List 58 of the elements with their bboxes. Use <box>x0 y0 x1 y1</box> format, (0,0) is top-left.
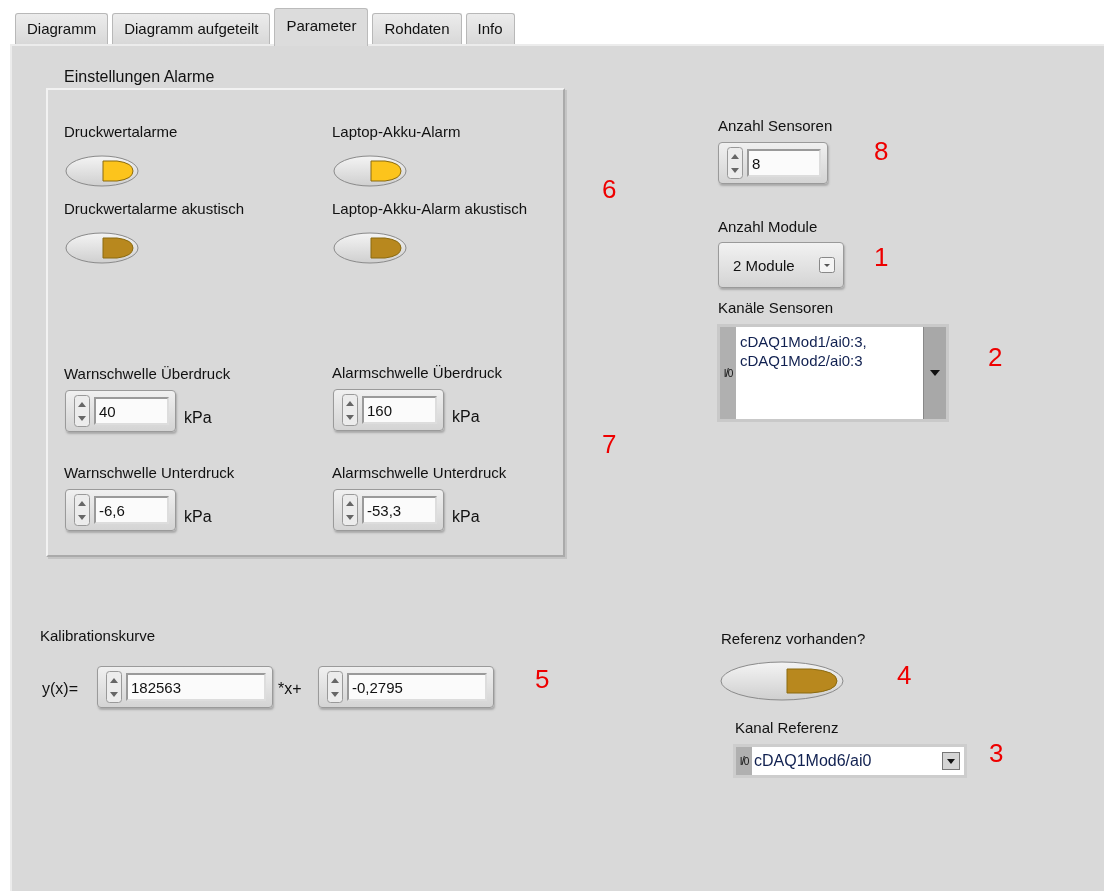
toggle-switch[interactable] <box>65 232 141 266</box>
annotation-number: 3 <box>989 738 1004 769</box>
ring-dropdown[interactable]: 2 Module <box>718 242 844 288</box>
spinner-arrows-icon[interactable] <box>74 395 90 427</box>
toggle-label: Laptop-Akku-Alarm akustisch <box>332 200 528 217</box>
annotation-number: 7 <box>602 429 617 460</box>
field-label: Kanal Referenz <box>735 719 839 736</box>
threshold-label: Warnschwelle Unterdruck <box>64 464 235 481</box>
annotation-number: 4 <box>897 660 912 691</box>
threshold-label: Alarmschwelle Überdruck <box>332 364 503 381</box>
tab[interactable]: Diagramm aufgeteilt <box>112 13 271 44</box>
unit-label: kPa <box>452 508 480 526</box>
channel-entry: cDAQ1Mod2/ai0:3 <box>740 351 864 370</box>
toggle-switch[interactable] <box>65 155 141 189</box>
section-title: Kalibrationskurve <box>40 627 156 644</box>
unit-label: kPa <box>184 508 212 526</box>
spinner-arrows-icon[interactable] <box>327 671 343 703</box>
toggle-switch[interactable] <box>719 660 845 704</box>
channel-list-field[interactable]: cDAQ1Mod1/ai0:3, cDAQ1Mod2/ai0:3 <box>736 327 923 419</box>
field-label: Referenz vorhanden? <box>721 630 866 647</box>
number-field[interactable]: 8 <box>747 149 821 177</box>
annotation-number: 6 <box>602 174 617 205</box>
tab[interactable]: Diagramm <box>15 13 109 44</box>
formula-text: y(x)= <box>42 680 78 698</box>
annotation-number: 8 <box>874 136 889 167</box>
annotation-number: 2 <box>988 342 1003 373</box>
toggle-label: Druckwertalarme akustisch <box>64 200 245 217</box>
tab[interactable]: Parameter <box>274 8 369 46</box>
toggle-label: Laptop-Akku-Alarm <box>332 123 461 140</box>
tab[interactable]: Info <box>465 13 515 44</box>
unit-label: kPa <box>184 409 212 427</box>
number-field[interactable]: 160 <box>362 396 437 424</box>
spinner-arrows-icon[interactable] <box>106 671 122 703</box>
number-field[interactable]: -0,2795 <box>347 673 487 701</box>
number-field[interactable]: 182563 <box>126 673 266 701</box>
field-label: Anzahl Module <box>718 218 818 235</box>
toggle-switch[interactable] <box>333 232 409 266</box>
formula-text: *x+ <box>278 680 302 698</box>
unit-label: kPa <box>452 408 480 426</box>
toggle-switch[interactable] <box>333 155 409 189</box>
field-label: Anzahl Sensoren <box>718 117 833 134</box>
group-title: Einstellungen Alarme <box>64 68 215 86</box>
annotation-number: 1 <box>874 242 889 273</box>
toggle-label: Druckwertalarme <box>64 123 178 140</box>
channel-entry: cDAQ1Mod1/ai0:3, <box>740 332 868 351</box>
dropdown-arrow-icon <box>930 370 940 376</box>
field-label: Kanäle Sensoren <box>718 299 834 316</box>
threshold-label: Warnschwelle Überdruck <box>64 365 231 382</box>
spinner-arrows-icon[interactable] <box>74 494 90 526</box>
number-field[interactable]: -53,3 <box>362 496 437 524</box>
threshold-label: Alarmschwelle Unterdruck <box>332 464 507 481</box>
spinner-arrows-icon[interactable] <box>342 394 358 426</box>
annotation-number: 5 <box>535 664 550 695</box>
spinner-arrows-icon[interactable] <box>727 147 743 179</box>
spinner-arrows-icon[interactable] <box>342 494 358 526</box>
tab[interactable]: Rohdaten <box>372 13 462 44</box>
number-field[interactable]: 40 <box>94 397 169 425</box>
number-field[interactable]: -6,6 <box>94 496 169 524</box>
